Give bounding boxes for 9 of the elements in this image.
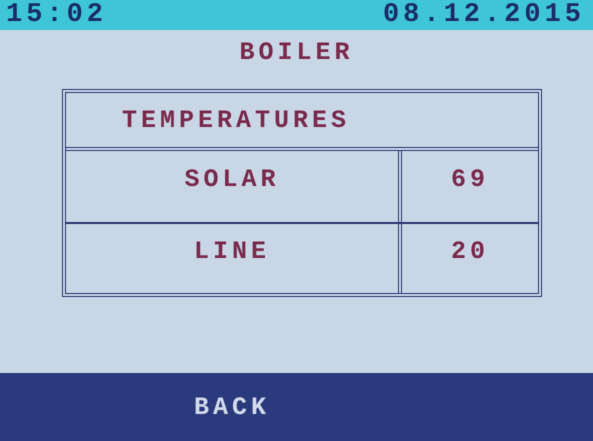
date: 08.12.2015 (382, 0, 585, 30)
screen-title: BOILER (238, 38, 354, 67)
temperature-value: 69 (450, 165, 489, 194)
sensor-label: LINE (194, 237, 270, 266)
table-title: TEMPERATURES (122, 106, 350, 134)
sensor-label: SOLAR (184, 165, 280, 194)
clock-time: 15:02 (6, 0, 108, 30)
temperature-value: 20 (450, 237, 489, 266)
back-button[interactable]: BACK (186, 389, 278, 426)
